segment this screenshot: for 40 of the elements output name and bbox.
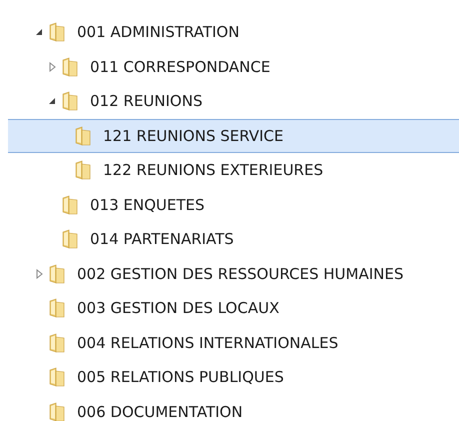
folder-icon: [48, 22, 66, 42]
collapsed-arrow-icon[interactable]: [48, 62, 56, 72]
folder-label: 005 RELATIONS PUBLIQUES: [77, 367, 284, 388]
tree-item[interactable]: 002 GESTION DES RESSOURCES HUMAINES: [8, 256, 459, 291]
folder-label: 013 ENQUETES: [90, 194, 205, 216]
folder-icon: [61, 56, 79, 77]
folder-icon: [74, 160, 92, 180]
folder-icon: [48, 298, 66, 318]
folder-label: 014 PARTENARIATS: [90, 229, 234, 250]
folder-label: 006 DOCUMENTATION: [77, 402, 243, 421]
tree-item[interactable]: 011 CORRESPONDANCE: [8, 50, 459, 84]
collapsed-arrow-icon[interactable]: [36, 268, 42, 279]
folder-icon: [48, 332, 66, 353]
tree-item[interactable]: 121 REUNIONS SERVICE: [8, 118, 459, 153]
tree-item[interactable]: 122 REUNIONS EXTERIEURES: [8, 153, 459, 188]
tree-item[interactable]: 013 ENQUETES: [8, 188, 459, 222]
folder-label: 004 RELATIONS INTERNATIONALES: [77, 332, 338, 354]
tree-item[interactable]: 001 ADMINISTRATION: [8, 15, 459, 50]
folder-label: 122 REUNIONS EXTERIEURES: [103, 160, 324, 181]
tree-item[interactable]: 004 RELATIONS INTERNATIONALES: [8, 326, 459, 360]
folder-label: 012 REUNIONS: [90, 91, 202, 112]
tree-item[interactable]: 012 REUNIONS: [8, 84, 459, 118]
expanded-arrow-icon[interactable]: [48, 97, 56, 106]
folder-label: 003 GESTION DES LOCAUX: [77, 298, 280, 319]
folder-icon: [48, 264, 66, 284]
folder-label: 001 ADMINISTRATION: [77, 22, 240, 43]
tree-item[interactable]: 003 GESTION DES LOCAUX: [8, 291, 459, 326]
folder-icon: [48, 402, 66, 421]
folder-icon: [61, 229, 79, 250]
folder-icon: [48, 367, 66, 388]
folder-label: 011 CORRESPONDANCE: [90, 56, 270, 78]
folder-icon: [74, 126, 92, 146]
folder-label: 002 GESTION DES RESSOURCES HUMAINES: [77, 264, 404, 284]
tree-item[interactable]: 006 DOCUMENTATION: [8, 394, 459, 421]
tree-item[interactable]: 014 PARTENARIATS: [8, 222, 459, 256]
expanded-arrow-icon[interactable]: [35, 28, 43, 36]
folder-icon: [61, 91, 79, 112]
tree-item[interactable]: 005 RELATIONS PUBLIQUES: [8, 360, 459, 394]
folder-label: 121 REUNIONS SERVICE: [103, 126, 284, 146]
folder-icon: [61, 194, 79, 215]
